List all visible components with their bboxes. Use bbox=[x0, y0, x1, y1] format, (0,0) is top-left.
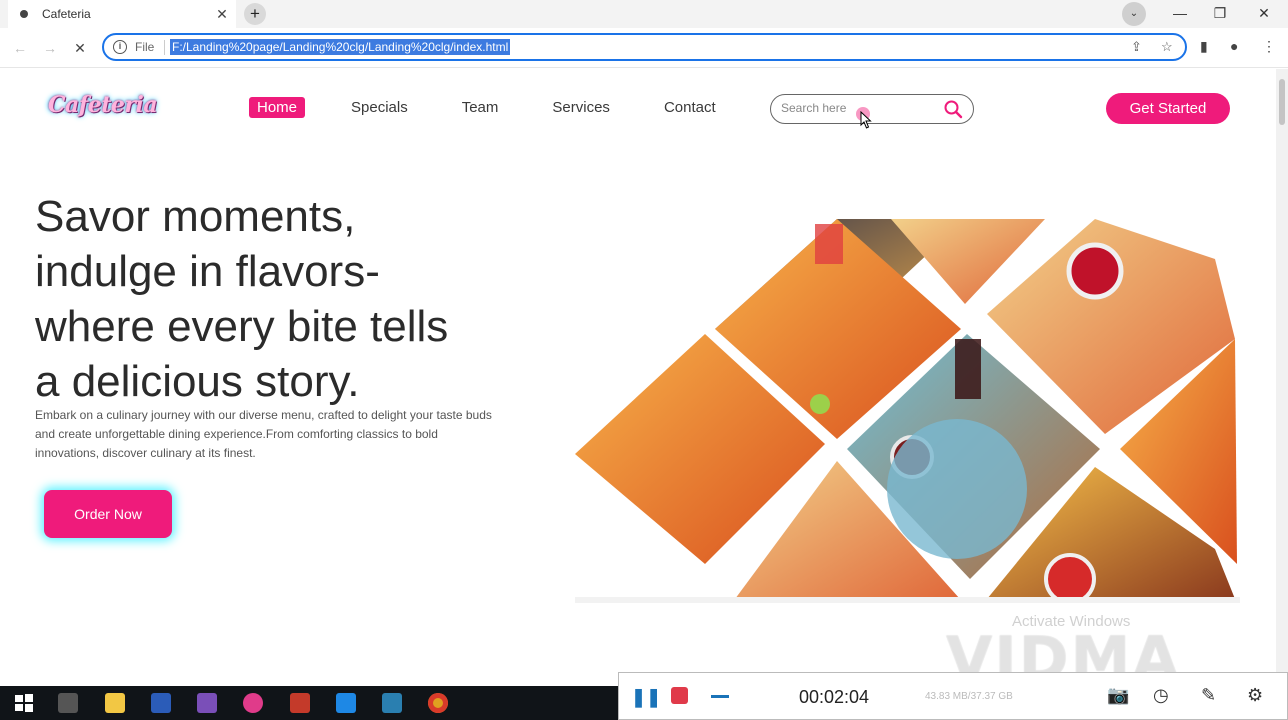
address-divider bbox=[164, 40, 165, 55]
screen: Cafeteria ✕ + ⌄ — ❐ ✕ ← → ✕ i File F:/La… bbox=[0, 0, 1288, 720]
hero-headline: Savor moments, indulge in flavors- where… bbox=[35, 189, 555, 409]
gear-icon[interactable]: ⚙ bbox=[1247, 685, 1263, 706]
headline-line: Savor moments, bbox=[35, 192, 356, 241]
get-started-button[interactable]: Get Started bbox=[1106, 93, 1230, 124]
screen-recorder-bar: ❚❚ 00:02:04 43.83 MB/37.37 GB 📷 ◷ ✎ ⚙ bbox=[618, 672, 1288, 720]
favicon-icon bbox=[20, 10, 28, 18]
scheme-label: File bbox=[135, 40, 155, 54]
main-nav: Home Specials Team Services Contact bbox=[249, 97, 762, 118]
word-icon[interactable] bbox=[151, 693, 171, 713]
sauce-bowl bbox=[1044, 553, 1096, 603]
food-collage-image bbox=[575, 219, 1240, 603]
sauce-bowl bbox=[1066, 242, 1124, 300]
stop-record-icon[interactable] bbox=[671, 687, 688, 704]
nav-item-services[interactable]: Services bbox=[544, 97, 618, 118]
app-icon[interactable] bbox=[243, 693, 263, 713]
task-view-icon[interactable] bbox=[58, 693, 78, 713]
menu-kebab-icon[interactable]: ⋮ bbox=[1262, 38, 1276, 55]
search-icon[interactable] bbox=[943, 99, 963, 119]
back-arrow-icon[interactable]: ← bbox=[8, 36, 32, 60]
windows-start-icon[interactable] bbox=[14, 693, 34, 713]
tab-close-icon[interactable]: ✕ bbox=[208, 6, 236, 23]
app-icon[interactable] bbox=[197, 693, 217, 713]
file-explorer-icon[interactable] bbox=[105, 693, 125, 713]
archive-app-icon[interactable] bbox=[290, 693, 310, 713]
recording-size: 43.83 MB/37.37 GB bbox=[925, 691, 1013, 702]
pen-icon[interactable]: ✎ bbox=[1201, 685, 1216, 706]
recording-timer: 00:02:04 bbox=[799, 687, 870, 707]
hero-description: Embark on a culinary journey with our di… bbox=[35, 408, 492, 460]
drink-glass bbox=[955, 339, 981, 399]
nav-item-home[interactable]: Home bbox=[249, 97, 306, 118]
tab-title: Cafeteria bbox=[42, 7, 91, 21]
headline-line: indulge in flavors- bbox=[35, 247, 380, 296]
minimize-recorder-icon[interactable] bbox=[711, 695, 729, 698]
lime-slice bbox=[810, 394, 830, 414]
search-box bbox=[770, 94, 974, 124]
forward-arrow-icon[interactable]: → bbox=[38, 36, 62, 60]
close-window-button[interactable]: ✕ bbox=[1244, 2, 1284, 26]
nav-item-contact[interactable]: Contact bbox=[656, 97, 724, 118]
browser-tab[interactable]: Cafeteria ✕ bbox=[8, 0, 236, 28]
web-page: Cafeteria Home Specials Team Services Co… bbox=[0, 69, 1276, 694]
tab-strip: Cafeteria ✕ + ⌄ — ❐ ✕ bbox=[0, 0, 1288, 28]
browser-toolbar: ← → ✕ i File F:/Landing%20page/Landing%2… bbox=[0, 28, 1288, 68]
stop-loading-icon[interactable]: ✕ bbox=[68, 36, 92, 60]
plate bbox=[887, 419, 1027, 559]
info-icon[interactable]: i bbox=[113, 40, 127, 54]
order-now-button[interactable]: Order Now bbox=[44, 490, 172, 538]
address-bar[interactable]: i File F:/Landing%20page/Landing%20clg/L… bbox=[102, 33, 1187, 61]
bookmark-star-icon[interactable]: ☆ bbox=[1161, 39, 1173, 55]
drink-glass bbox=[815, 224, 843, 264]
vscode-icon[interactable] bbox=[336, 693, 356, 713]
tab-search-chevron-icon[interactable]: ⌄ bbox=[1122, 2, 1146, 26]
chrome-icon[interactable] bbox=[428, 693, 448, 713]
camera-icon[interactable]: 📷 bbox=[1107, 685, 1129, 706]
nav-item-team[interactable]: Team bbox=[454, 97, 507, 118]
headline-line: a delicious story. bbox=[35, 357, 360, 406]
new-tab-button[interactable]: + bbox=[244, 3, 266, 25]
outlook-icon[interactable] bbox=[382, 693, 402, 713]
profile-icon[interactable]: ● bbox=[1230, 38, 1238, 54]
page-scrollbar[interactable] bbox=[1276, 69, 1288, 686]
url-text[interactable]: F:/Landing%20page/Landing%20clg/Landing%… bbox=[170, 39, 511, 55]
headline-line: where every bite tells bbox=[35, 302, 449, 351]
share-icon[interactable]: ⇪ bbox=[1131, 39, 1142, 55]
nav-item-specials[interactable]: Specials bbox=[343, 97, 416, 118]
side-panel-icon[interactable]: ▮ bbox=[1200, 38, 1208, 55]
mouse-cursor-icon bbox=[860, 111, 872, 129]
site-logo[interactable]: Cafeteria bbox=[48, 92, 158, 118]
clock-icon[interactable]: ◷ bbox=[1153, 685, 1169, 706]
restore-button[interactable]: ❐ bbox=[1200, 2, 1240, 26]
minimize-button[interactable]: — bbox=[1160, 2, 1200, 26]
scrollbar-thumb[interactable] bbox=[1279, 79, 1285, 125]
pause-icon[interactable]: ❚❚ bbox=[631, 687, 661, 708]
